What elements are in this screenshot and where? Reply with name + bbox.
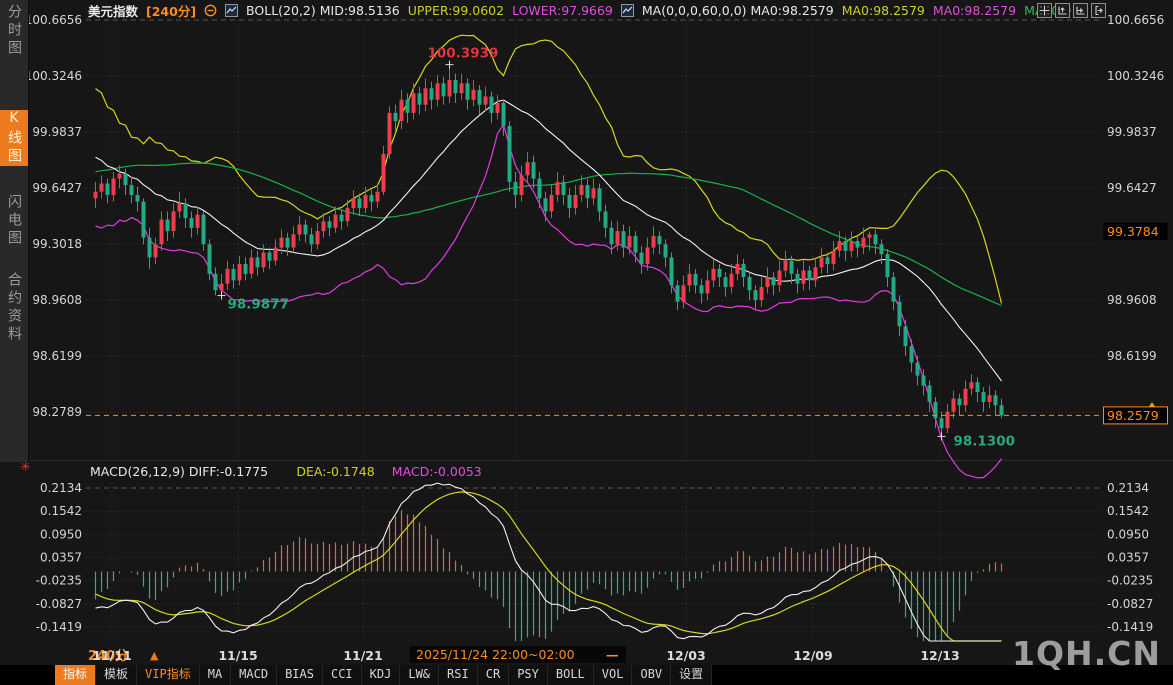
svg-text:11/15: 11/15 [218,648,257,663]
collapse-indicator-icon[interactable] [204,4,217,17]
svg-text:99.9837: 99.9837 [1107,125,1157,139]
tab-指标[interactable]: 指标 [55,665,96,685]
svg-text:0.1542: 0.1542 [40,504,82,518]
chart-type-sidebar: 分时图 K线图闪电图合约资料 [0,0,29,462]
svg-text:99.9837: 99.9837 [32,125,82,139]
mini-chart-icon [621,4,634,17]
crosshair-icon[interactable] [1037,3,1052,18]
tab-VOL[interactable]: VOL [594,665,633,685]
svg-text:0.0357: 0.0357 [40,551,82,565]
tab-设置[interactable]: 设置 [671,665,712,685]
tab-KDJ[interactable]: KDJ [362,665,401,685]
header-text: MA(0,0,0,60,0,0) MA0:98.2579 [642,3,834,18]
watermark: 1QH.CN [1012,634,1161,673]
svg-text:98.2579: 98.2579 [1107,408,1159,423]
tab-LW&[interactable]: LW& [400,665,439,685]
tab-BOLL[interactable]: BOLL [548,665,594,685]
panel-collapse-icon[interactable] [1091,3,1106,18]
sidebar-tab-分时图[interactable]: 分时图 [0,4,28,58]
header-text: LOWER:97.9669 [512,3,613,18]
svg-text:100.3246: 100.3246 [25,69,82,83]
bottom-tabbar: 指标模板VIP指标MAMACDBIASCCIKDJLW&RSICRPSYBOLL… [0,665,1173,685]
svg-text:12/03: 12/03 [666,648,705,663]
last-price-tag: 98.2579 [1104,407,1168,424]
svg-text:-0.0827: -0.0827 [1107,597,1153,611]
indicator-marker-icon: ✳ [20,460,31,475]
svg-text:99.3018: 99.3018 [32,237,82,251]
svg-text:98.9608: 98.9608 [32,293,82,307]
header-text: MA0:98.2579 [842,3,925,18]
svg-text:2025/11/24 22:00~02:00: 2025/11/24 22:00~02:00 [416,647,575,662]
tab-MA[interactable]: MA [200,665,231,685]
svg-text:98.6199: 98.6199 [1107,349,1157,363]
tab-RSI[interactable]: RSI [439,665,478,685]
svg-text:0.0950: 0.0950 [40,527,82,541]
tab-MACD[interactable]: MACD [231,665,277,685]
svg-text:98.2789: 98.2789 [32,405,82,419]
tab-模板[interactable]: 模板 [96,665,137,685]
sidebar-tab-合约资料[interactable]: 合约资料 [0,272,28,344]
svg-text:98.9608: 98.9608 [1107,293,1157,307]
header-text: MA0:98.2579 [933,3,1016,18]
svg-text:100.3939: 100.3939 [428,46,499,62]
indicator-header: 美元指数 [240分] BOLL(20,2) MID:98.5136 UPPER:99… [88,2,1072,19]
settle-price-tag: 99.3784 [1104,223,1168,240]
price-chart-canvas[interactable]: 100.6656 100.6656 100.3246 100.3246 99.9837 9… [0,0,1173,685]
svg-text:0.0357: 0.0357 [1107,551,1149,565]
sidebar-tab-闪电图[interactable]: 闪电图 [0,194,28,248]
svg-text:12/13: 12/13 [920,648,959,663]
svg-text:MACD(26,12,9) DIFF:-0.1775: MACD(26,12,9) DIFF:-0.1775 [90,464,268,479]
svg-text:99.6427: 99.6427 [32,181,82,195]
header-text: UPPER:99.0602 [408,3,504,18]
svg-text:98.1300: 98.1300 [954,433,1016,449]
svg-text:0.1542: 0.1542 [1107,504,1149,518]
svg-text:98.6199: 98.6199 [32,349,82,363]
sidebar-tab-K线图[interactable]: K线图 [0,110,28,166]
svg-text:99.3784: 99.3784 [1107,224,1159,239]
svg-text:-0.0235: -0.0235 [36,574,82,588]
tab-OBV[interactable]: OBV [632,665,671,685]
svg-text:-0.0827: -0.0827 [36,597,82,611]
header-text: [240分] [146,1,196,20]
bar-time-highlight: 2025/11/24 22:00~02:00 — [410,646,626,663]
svg-text:—: — [606,647,619,662]
tab-VIP指标[interactable]: VIP指标 [137,665,200,685]
svg-text:98.9877: 98.9877 [228,297,290,313]
svg-text:DEA:-0.1748: DEA:-0.1748 [296,464,374,479]
tab-BIAS[interactable]: BIAS [277,665,323,685]
svg-text:-0.1419: -0.1419 [1107,620,1153,634]
tab-CCI[interactable]: CCI [323,665,362,685]
scale-right-icon[interactable] [1073,3,1088,18]
header-text: 美元指数 [88,1,138,20]
svg-text:-0.1419: -0.1419 [36,620,82,634]
svg-text:100.6656: 100.6656 [1107,13,1164,27]
svg-text:▲: ▲ [150,649,159,662]
tab-PSY[interactable]: PSY [509,665,548,685]
scale-up-icon[interactable] [1055,3,1070,18]
svg-text:100.3246: 100.3246 [1107,69,1164,83]
mini-chart-icon [225,4,238,17]
svg-text:12/09: 12/09 [793,648,832,663]
svg-text:99.6427: 99.6427 [1107,181,1157,195]
svg-text:-0.0235: -0.0235 [1107,574,1153,588]
chart-tool-buttons [1037,3,1106,18]
svg-text:0.2134: 0.2134 [40,481,82,495]
svg-text:11/21: 11/21 [343,648,382,663]
svg-text:11/11: 11/11 [92,648,131,663]
app-window: 100.6656 100.6656 100.3246 100.3246 99.9837 9… [0,0,1173,685]
svg-text:0.0950: 0.0950 [1107,527,1149,541]
svg-text:100.6656: 100.6656 [25,13,82,27]
svg-text:0.2134: 0.2134 [1107,481,1149,495]
svg-text:MACD:-0.0053: MACD:-0.0053 [392,464,482,479]
header-text: BOLL(20,2) MID:98.5136 [246,3,400,18]
tab-CR[interactable]: CR [478,665,509,685]
